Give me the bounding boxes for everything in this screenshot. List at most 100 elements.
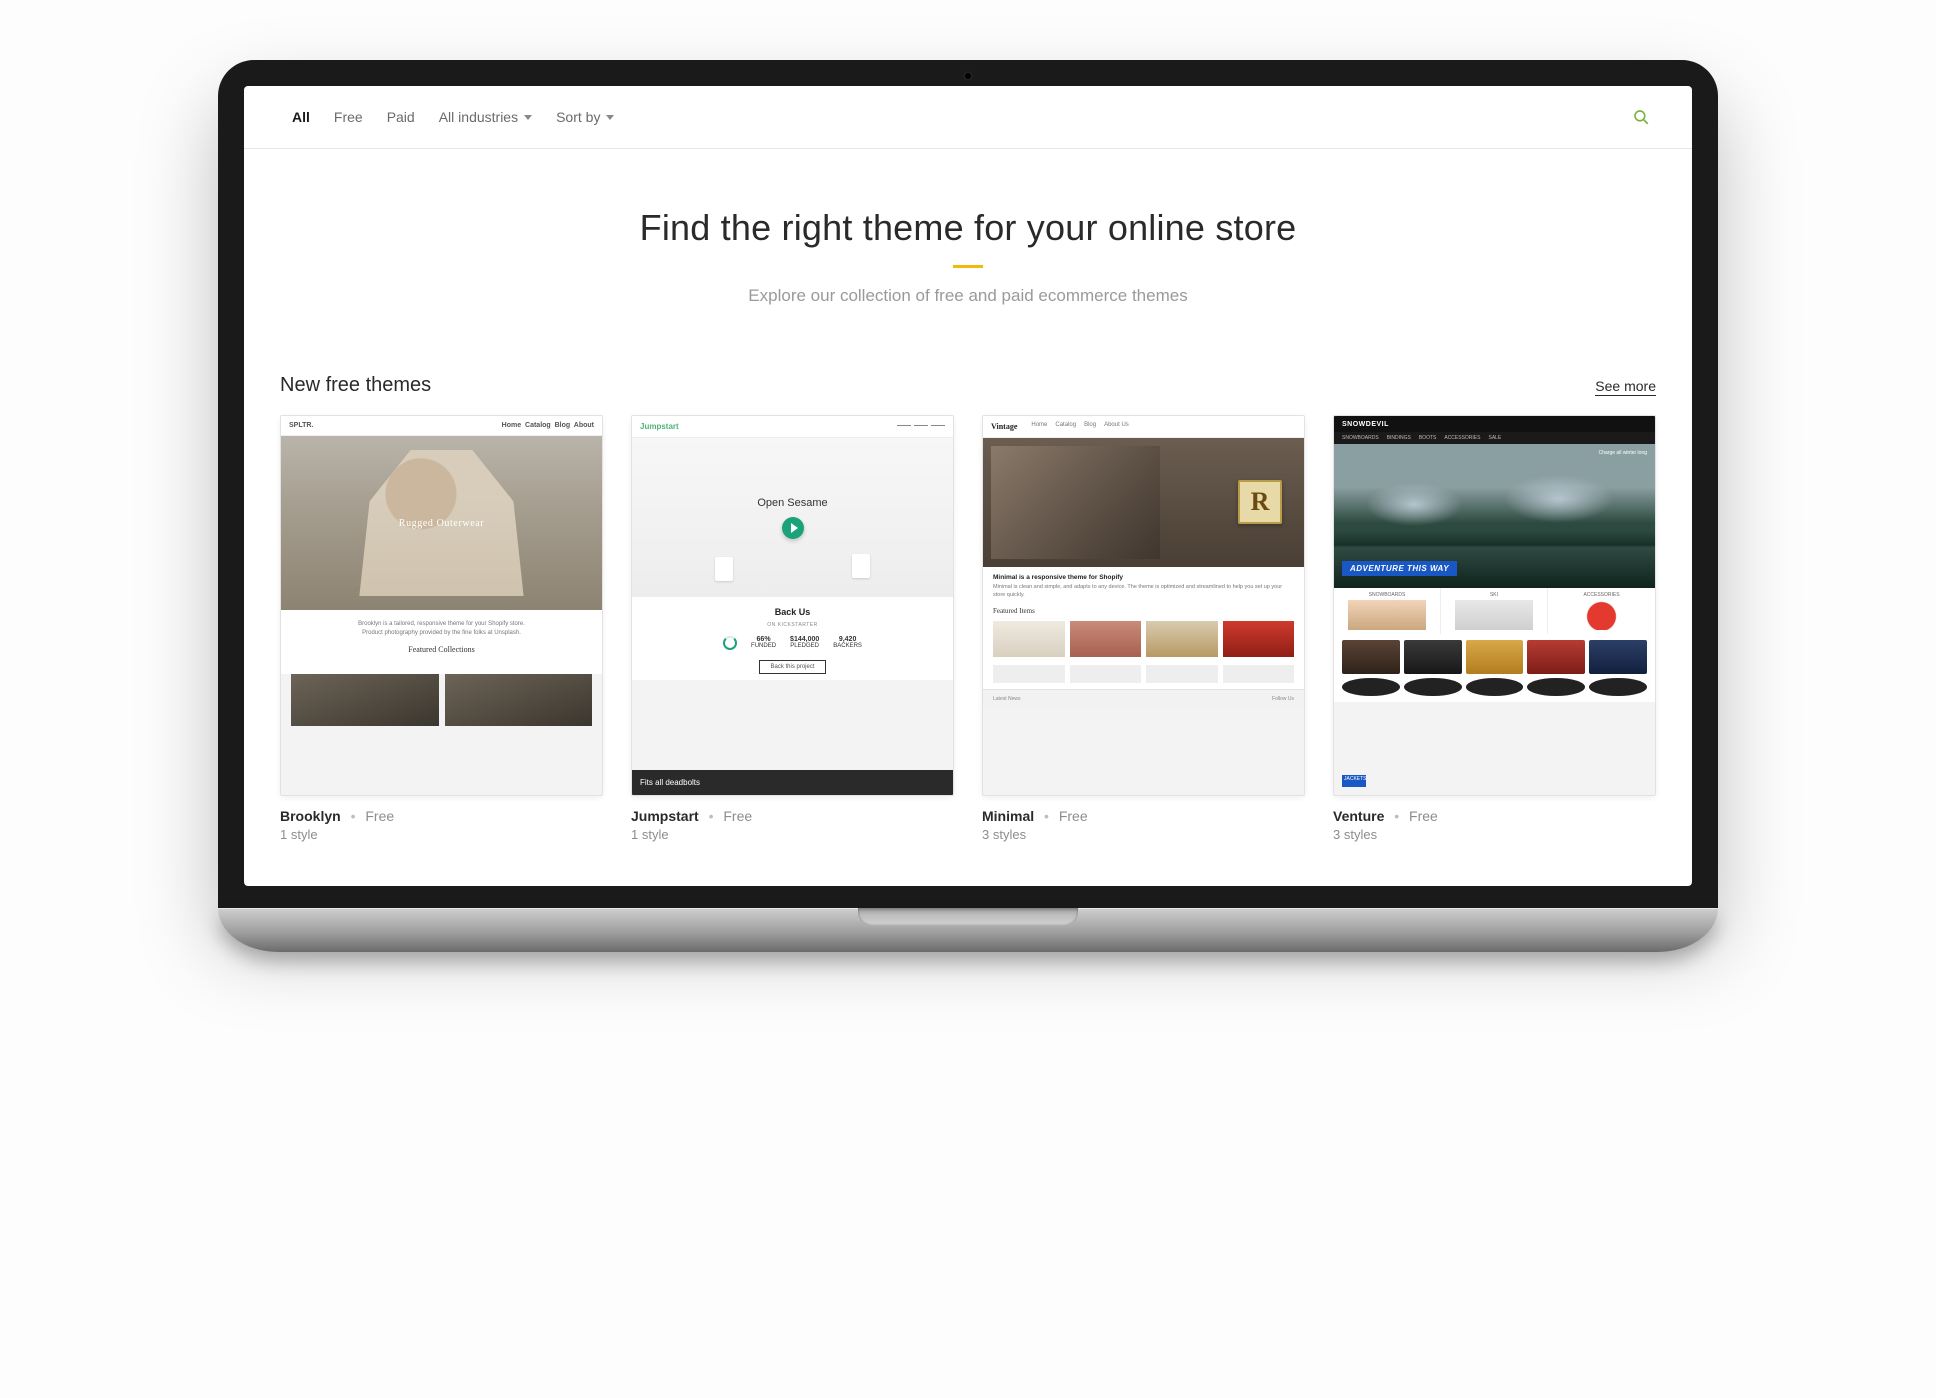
preview-backus-title: Back Us bbox=[632, 607, 953, 617]
preview-nav-link: ACCESSORIES bbox=[1444, 435, 1480, 441]
preview-copy: Brooklyn is a tailored, responsive theme… bbox=[281, 610, 602, 674]
preview-nav-link: Home bbox=[502, 422, 521, 429]
theme-name: Brooklyn bbox=[280, 808, 341, 824]
preview-product bbox=[1589, 678, 1647, 696]
preview-nav-link: BOOTS bbox=[1419, 435, 1437, 441]
preview-product bbox=[1527, 640, 1585, 674]
preview-stat: $144,000PLEDGED bbox=[790, 636, 819, 650]
preview-nav: Vintage Home Catalog Blog About Us bbox=[983, 416, 1304, 438]
preview-tile bbox=[1146, 665, 1218, 683]
hero-title: Find the right theme for your online sto… bbox=[280, 207, 1656, 249]
hero-underline bbox=[953, 265, 983, 268]
card-meta: Venture • Free 3 styles bbox=[1333, 808, 1656, 842]
theme-name: Minimal bbox=[982, 808, 1034, 824]
preview-footer-right: Follow Us bbox=[1272, 696, 1294, 702]
preview-nav-link: Catalog bbox=[1055, 422, 1076, 431]
preview-copy: Minimal is a responsive theme for Shopif… bbox=[983, 567, 1304, 603]
preview-brand: SPLTR. bbox=[289, 422, 313, 429]
theme-grid: SPLTR. Home Catalog Blog About Rugged Ou… bbox=[280, 415, 1656, 842]
category-swatch bbox=[1455, 600, 1533, 630]
preview-hero: Open Sesame bbox=[632, 438, 953, 597]
filter-sort-label: Sort by bbox=[556, 109, 600, 125]
preview-stats: 66%FUNDED $144,000PLEDGED 9,420BACKERS bbox=[632, 628, 953, 658]
preview-nav-link: Catalog bbox=[525, 422, 551, 429]
preview-hero: Rugged Outerwear bbox=[281, 436, 602, 610]
preview-footer: Fits all deadbolts bbox=[632, 770, 953, 795]
preview-cta: Back this project bbox=[759, 660, 825, 674]
filter-industries-dropdown[interactable]: All industries bbox=[427, 103, 544, 131]
preview-tiles bbox=[983, 617, 1304, 665]
theme-card-venture[interactable]: SNOWDEVIL SNOWBOARDS BINDINGS BOOTS ACCE… bbox=[1333, 415, 1656, 842]
theme-thumb-jumpstart: Jumpstart Open Sesame Back Us bbox=[631, 415, 954, 796]
preview-product-row bbox=[1334, 634, 1655, 674]
card-title-row: Brooklyn • Free bbox=[280, 808, 603, 824]
progress-ring-icon bbox=[723, 636, 737, 650]
preview-nav: SNOWBOARDS BINDINGS BOOTS ACCESSORIES SA… bbox=[1334, 432, 1655, 444]
preview-footer-left: Latest News bbox=[993, 696, 1021, 702]
theme-name: Jumpstart bbox=[631, 808, 699, 824]
filter-sort-dropdown[interactable]: Sort by bbox=[544, 103, 626, 131]
preview-tile bbox=[445, 674, 593, 726]
preview-brand: SNOWDEVIL bbox=[1342, 421, 1389, 428]
laptop-base bbox=[218, 908, 1718, 952]
laptop-hinge-notch bbox=[858, 908, 1078, 926]
preview-product bbox=[1342, 678, 1400, 696]
preview-tile bbox=[291, 674, 439, 726]
theme-thumb-minimal: Vintage Home Catalog Blog About Us R bbox=[982, 415, 1305, 796]
theme-styles: 1 style bbox=[631, 827, 954, 842]
preview-hero: R bbox=[983, 438, 1304, 567]
theme-card-brooklyn[interactable]: SPLTR. Home Catalog Blog About Rugged Ou… bbox=[280, 415, 603, 842]
preview-nav-link: Blog bbox=[1084, 422, 1096, 431]
preview-brand: Jumpstart bbox=[640, 422, 679, 431]
search-icon bbox=[1632, 108, 1650, 126]
preview-tile bbox=[1070, 665, 1142, 683]
preview-badge: JACKETS bbox=[1342, 775, 1366, 787]
category-swatch bbox=[1562, 600, 1641, 630]
browser-viewport: All Free Paid All industries Sort by bbox=[244, 86, 1692, 886]
preview-backus-sub: ON KICKSTARTER bbox=[767, 622, 817, 628]
preview-nav-link: About Us bbox=[1104, 422, 1129, 431]
laptop-mockup: All Free Paid All industries Sort by bbox=[218, 60, 1718, 952]
separator: • bbox=[1038, 808, 1055, 824]
section-title: New free themes bbox=[280, 374, 431, 397]
preview-hero-text: Open Sesame bbox=[757, 497, 827, 509]
separator: • bbox=[1388, 808, 1405, 824]
preview-nav-links: Home Catalog Blog About bbox=[502, 422, 594, 429]
theme-thumb-brooklyn: SPLTR. Home Catalog Blog About Rugged Ou… bbox=[280, 415, 603, 796]
preview-product bbox=[1527, 678, 1585, 696]
preview-nav: Jumpstart bbox=[632, 416, 953, 438]
preview-hero-monogram: R bbox=[1238, 480, 1282, 524]
filter-paid[interactable]: Paid bbox=[375, 103, 427, 131]
caret-down-icon bbox=[606, 115, 614, 120]
theme-price: Free bbox=[365, 808, 394, 824]
preview-small-tiles bbox=[983, 665, 1304, 689]
theme-price: Free bbox=[1059, 808, 1088, 824]
section-header: New free themes See more bbox=[280, 374, 1656, 397]
card-title-row: Minimal • Free bbox=[982, 808, 1305, 824]
theme-card-minimal[interactable]: Vintage Home Catalog Blog About Us R bbox=[982, 415, 1305, 842]
preview-brand: Vintage bbox=[991, 422, 1017, 431]
preview-tile bbox=[993, 621, 1065, 657]
preview-tile bbox=[993, 665, 1065, 683]
preview-nav-link: SNOWBOARDS bbox=[1342, 435, 1379, 441]
preview-product bbox=[852, 554, 870, 578]
category-swatch bbox=[1348, 600, 1426, 630]
see-more-link[interactable]: See more bbox=[1595, 378, 1656, 396]
filter-all[interactable]: All bbox=[280, 103, 322, 131]
preview-hero-tag: ADVENTURE THIS WAY bbox=[1342, 561, 1457, 576]
preview-category: SKI bbox=[1441, 588, 1548, 634]
preview-tile bbox=[1223, 665, 1295, 683]
preview-tile bbox=[1146, 621, 1218, 657]
search-button[interactable] bbox=[1626, 102, 1656, 132]
preview-featured-label: Featured Items bbox=[983, 603, 1304, 617]
preview-subhead: Featured Collections bbox=[295, 644, 588, 656]
separator: • bbox=[703, 808, 720, 824]
laptop-screen: All Free Paid All industries Sort by bbox=[218, 60, 1718, 908]
preview-category: SNOWBOARDS bbox=[1334, 588, 1441, 634]
preview-nav-link: Home bbox=[1031, 422, 1047, 431]
preview-product bbox=[1589, 640, 1647, 674]
preview-stat: 9,420BACKERS bbox=[833, 636, 862, 650]
filter-free[interactable]: Free bbox=[322, 103, 375, 131]
theme-card-jumpstart[interactable]: Jumpstart Open Sesame Back Us bbox=[631, 415, 954, 842]
preview-categories: SNOWBOARDS SKI ACCESSORIES bbox=[1334, 588, 1655, 634]
